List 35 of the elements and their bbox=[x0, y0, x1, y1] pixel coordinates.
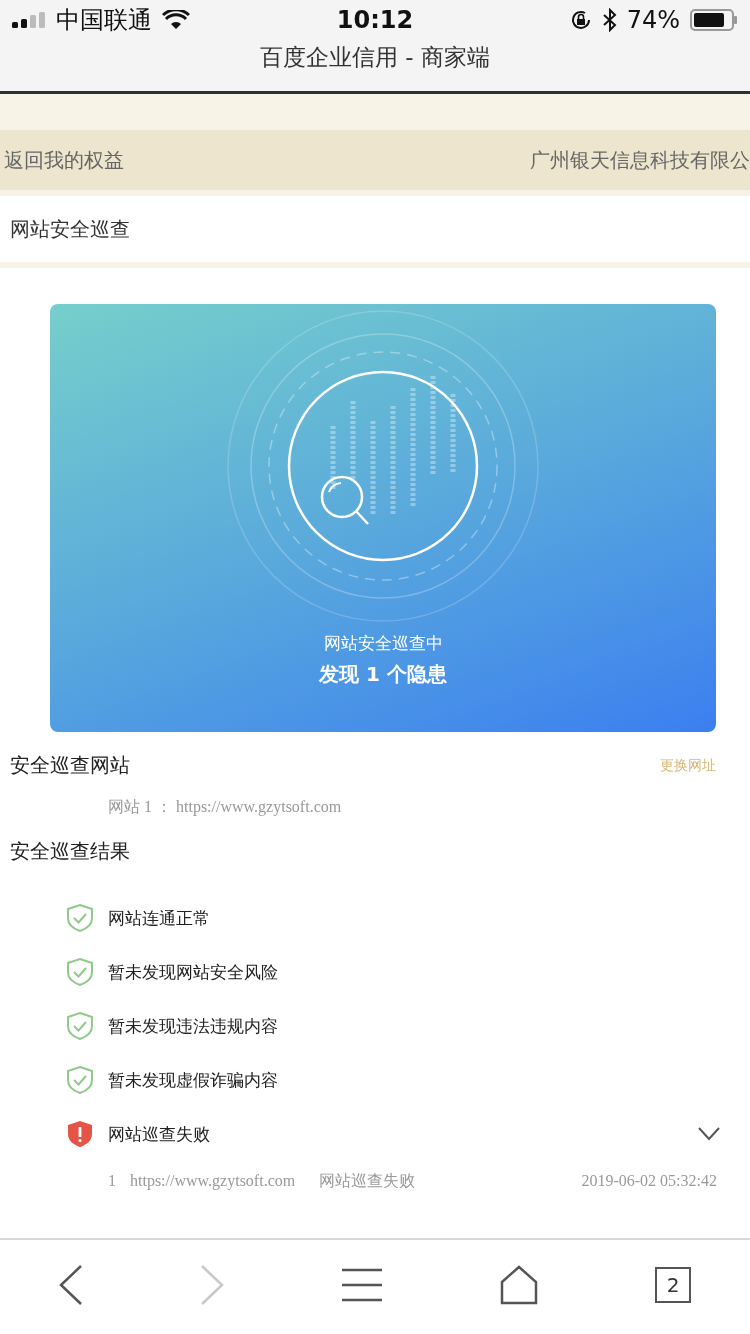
battery-icon bbox=[690, 9, 738, 31]
detail-index: 1 bbox=[108, 1172, 116, 1190]
page-title: 网站安全巡查 bbox=[0, 190, 750, 268]
result-label: 暂未发现虚假诈骗内容 bbox=[108, 1068, 279, 1092]
browser-title: 百度企业信用 - 商家端 bbox=[259, 43, 491, 72]
home-icon[interactable] bbox=[499, 1265, 538, 1305]
detail-url: https://www.gzytsoft.com bbox=[130, 1172, 296, 1190]
menu-icon[interactable] bbox=[342, 1268, 382, 1302]
detail-status: 网站巡查失败 bbox=[319, 1170, 417, 1191]
result-label: 网站连通正常 bbox=[108, 906, 211, 930]
carrier-name: 中国联通 bbox=[56, 5, 152, 36]
result-label: 暂未发现违法违规内容 bbox=[108, 1014, 279, 1038]
result-label: 网站巡查失败 bbox=[108, 1122, 211, 1146]
section-title: 安全巡查结果 bbox=[10, 838, 130, 865]
clock-time: 10:12 bbox=[336, 6, 414, 34]
scan-caption: 网站安全巡查中 bbox=[323, 632, 443, 655]
back-icon[interactable] bbox=[58, 1265, 83, 1305]
battery-percent: 74% bbox=[626, 6, 680, 34]
detail-time: 2019-06-02 05:32:42 bbox=[581, 1172, 717, 1190]
bluetooth-icon bbox=[602, 8, 617, 32]
company-name: 广州银天信息科技有限公 bbox=[530, 146, 750, 174]
site-url-text: 网站 1 ： https://www.gzytsoft.com bbox=[107, 797, 343, 818]
shield-check-icon bbox=[66, 903, 94, 933]
signal-icon bbox=[12, 12, 46, 28]
section-title: 安全巡查网站 bbox=[10, 752, 130, 779]
back-link[interactable]: 返回我的权益 bbox=[4, 146, 124, 174]
shield-check-icon bbox=[66, 957, 94, 987]
chevron-icon[interactable] bbox=[698, 1127, 720, 1141]
scan-headline: 发现 1 个隐患 bbox=[319, 661, 447, 688]
shield-check-icon bbox=[66, 1011, 94, 1041]
shield-alert-icon bbox=[66, 1119, 94, 1149]
wifi-icon bbox=[162, 10, 190, 30]
tabs-button[interactable]: 2 bbox=[655, 1267, 692, 1303]
result-label: 暂未发现网站安全风险 bbox=[108, 960, 279, 984]
shield-check-icon bbox=[66, 1065, 94, 1095]
